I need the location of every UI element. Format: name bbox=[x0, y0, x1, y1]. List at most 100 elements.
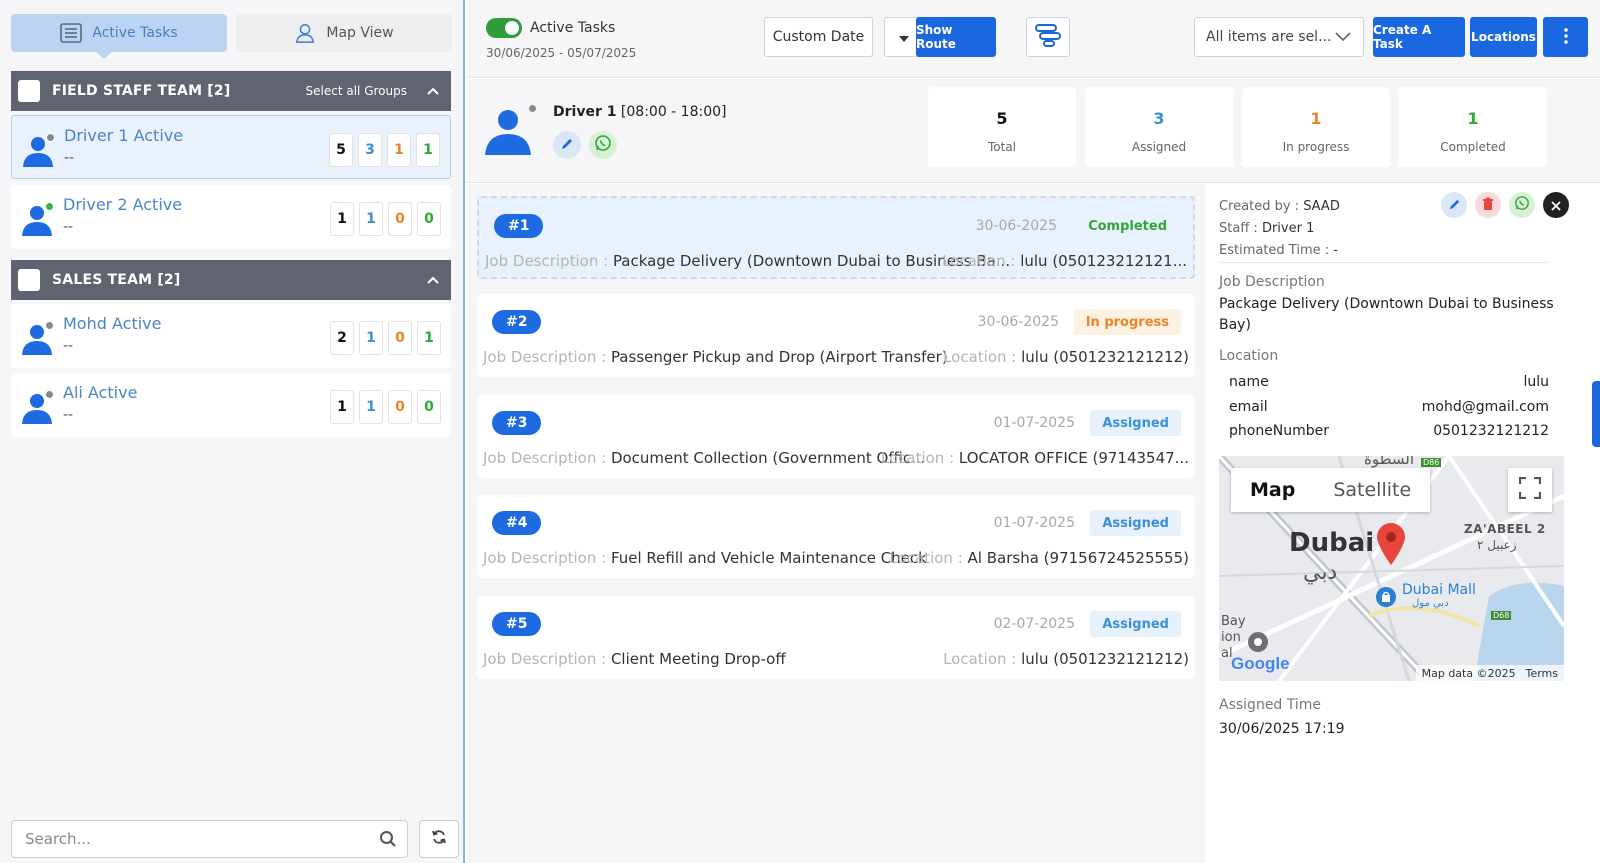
whatsapp-task-button[interactable] bbox=[1509, 192, 1535, 218]
stat-in-progress-label: In progress bbox=[1282, 140, 1350, 154]
count-total: 1 bbox=[330, 202, 354, 236]
create-task-button[interactable]: Create A Task bbox=[1373, 17, 1465, 57]
map-pin-icon[interactable] bbox=[1375, 522, 1407, 570]
task-location: Location : lulu (050123212121... bbox=[942, 252, 1187, 270]
map-tab-map[interactable]: Map bbox=[1231, 468, 1314, 512]
group-header-sales-team[interactable]: SALES TEAM [2] bbox=[11, 260, 451, 300]
map-data-text: Map data ©2025 bbox=[1421, 666, 1516, 680]
show-route-button[interactable]: Show Route bbox=[916, 17, 996, 57]
group-title: FIELD STAFF TEAM [2] bbox=[52, 83, 231, 99]
stat-assigned-value: 3 bbox=[1153, 109, 1165, 128]
loc-label: Location : bbox=[943, 348, 1017, 366]
custom-date-button[interactable]: Custom Date bbox=[764, 17, 873, 57]
loc-text: LOCATOR OFFICE (97143547... bbox=[958, 449, 1189, 467]
count-completed: 1 bbox=[417, 321, 441, 355]
task-card[interactable]: #4 01-07-2025 Assigned Job Description :… bbox=[477, 495, 1195, 578]
task-card[interactable]: #5 02-07-2025 Assigned Job Description :… bbox=[477, 596, 1195, 679]
map-area-label-ar: زعبيل ٢ bbox=[1477, 538, 1517, 552]
route-settings-button[interactable] bbox=[1026, 17, 1070, 57]
count-assigned: 3 bbox=[358, 133, 382, 167]
staff-row: Staff : Driver 1 bbox=[1219, 218, 1340, 240]
edit-driver-button[interactable] bbox=[553, 131, 581, 159]
tab-active-tasks[interactable]: Active Tasks bbox=[11, 14, 227, 52]
group-checkbox[interactable] bbox=[18, 269, 40, 291]
staff-sub: -- bbox=[63, 407, 74, 423]
active-tasks-toggle[interactable] bbox=[486, 18, 522, 38]
chevron-up-icon[interactable] bbox=[427, 273, 439, 288]
map-fullscreen-button[interactable] bbox=[1508, 468, 1552, 512]
group-header-field-staff[interactable]: FIELD STAFF TEAM [2] Select all Groups bbox=[11, 71, 451, 111]
map-city-label-ar: دبي bbox=[1303, 560, 1338, 585]
status-dot bbox=[45, 202, 54, 211]
map-terms-link[interactable]: Terms bbox=[1526, 667, 1558, 680]
staff-item-driver-2[interactable]: Driver 2 Active -- 1 1 0 0 bbox=[11, 185, 451, 249]
task-counts: 1 1 0 0 bbox=[330, 390, 441, 424]
stat-completed-value: 1 bbox=[1467, 109, 1479, 128]
staff-name: Driver 2 Active bbox=[63, 195, 183, 214]
stat-in-progress-value: 1 bbox=[1310, 109, 1322, 128]
locations-button[interactable]: Locations bbox=[1470, 17, 1537, 57]
task-number-badge: #2 bbox=[492, 310, 542, 334]
location-map[interactable]: السطوة D86 D68 Map Satellite Dubai دبي Z… bbox=[1219, 456, 1564, 681]
count-in-progress: 1 bbox=[387, 133, 411, 167]
loc-label: Location : bbox=[889, 549, 963, 567]
edit-task-button[interactable] bbox=[1441, 192, 1467, 218]
refresh-button[interactable] bbox=[419, 820, 459, 858]
stat-assigned-label: Assigned bbox=[1131, 140, 1187, 154]
search-field[interactable] bbox=[11, 820, 408, 858]
status-badge: Assigned bbox=[1090, 510, 1181, 536]
staff-item-mohd[interactable]: Mohd Active -- 2 1 0 1 bbox=[11, 304, 451, 368]
group-title: SALES TEAM [2] bbox=[52, 272, 181, 288]
group-checkbox[interactable] bbox=[18, 80, 40, 102]
assigned-time-label: Assigned Time bbox=[1219, 697, 1322, 713]
chevron-up-icon[interactable] bbox=[427, 84, 439, 99]
stat-completed-label: Completed bbox=[1440, 140, 1506, 154]
mall-marker-icon bbox=[1375, 586, 1397, 612]
staff-item-driver-1[interactable]: Driver 1 Active -- 5 3 1 1 bbox=[11, 115, 451, 179]
search-icon[interactable] bbox=[379, 830, 397, 852]
task-card[interactable]: #2 30-06-2025 In progress Job Descriptio… bbox=[477, 294, 1195, 377]
tab-active-tasks-label: Active Tasks bbox=[92, 25, 178, 41]
staff-sub: -- bbox=[63, 219, 74, 235]
task-counts: 5 3 1 1 bbox=[329, 133, 440, 167]
task-description: Job Description : Document Collection (G… bbox=[483, 449, 925, 467]
side-panel-handle[interactable] bbox=[1592, 381, 1600, 447]
whatsapp-driver-button[interactable] bbox=[589, 131, 617, 159]
more-menu-button[interactable] bbox=[1543, 17, 1588, 57]
tab-map-view[interactable]: Map View bbox=[236, 14, 452, 52]
count-completed: 1 bbox=[416, 133, 440, 167]
staff-item-ali[interactable]: Ali Active -- 1 1 0 0 bbox=[11, 373, 451, 437]
map-tab-satellite[interactable]: Satellite bbox=[1314, 468, 1430, 512]
map-road-badge: D68 bbox=[1491, 611, 1512, 620]
location-field-key: email bbox=[1229, 399, 1268, 415]
task-counts: 1 1 0 0 bbox=[330, 202, 441, 236]
driver-shift: [08:00 - 18:00] bbox=[620, 104, 727, 120]
location-field-row: phoneNumber 0501232121212 bbox=[1229, 423, 1549, 439]
count-total: 2 bbox=[330, 321, 354, 355]
count-in-progress: 0 bbox=[388, 321, 412, 355]
map-attribution: Map data ©2025 Terms bbox=[1415, 665, 1564, 681]
task-card[interactable]: #3 01-07-2025 Assigned Job Description :… bbox=[477, 395, 1195, 478]
map-road-badge: D86 bbox=[1421, 458, 1442, 467]
location-field-value: lulu bbox=[1523, 374, 1549, 390]
task-card[interactable]: #1 30-06-2025 Completed Job Description … bbox=[477, 196, 1195, 279]
loc-text: lulu (050123212121... bbox=[1020, 252, 1187, 270]
delete-task-button[interactable] bbox=[1475, 192, 1501, 218]
created-by-value: SAAD bbox=[1303, 199, 1340, 214]
desc-label: Job Description : bbox=[483, 348, 607, 366]
task-date: 01-07-2025 bbox=[993, 515, 1075, 531]
count-total: 1 bbox=[330, 390, 354, 424]
location-field-row: name lulu bbox=[1229, 374, 1549, 390]
loc-text: lulu (0501232121212) bbox=[1021, 348, 1189, 366]
count-completed: 0 bbox=[417, 390, 441, 424]
estimated-time-value: - bbox=[1333, 243, 1338, 258]
staff-sub: -- bbox=[63, 338, 74, 354]
search-input[interactable] bbox=[25, 830, 365, 848]
items-filter-select[interactable]: All items are sel... bbox=[1194, 17, 1364, 57]
staff-value: Driver 1 bbox=[1261, 221, 1315, 236]
map-label-area: السطوة bbox=[1364, 456, 1415, 468]
close-detail-button[interactable] bbox=[1543, 192, 1569, 218]
staff-name: Mohd Active bbox=[63, 314, 162, 333]
stat-completed: 1 Completed bbox=[1399, 87, 1547, 167]
select-all-groups[interactable]: Select all Groups bbox=[306, 84, 407, 98]
